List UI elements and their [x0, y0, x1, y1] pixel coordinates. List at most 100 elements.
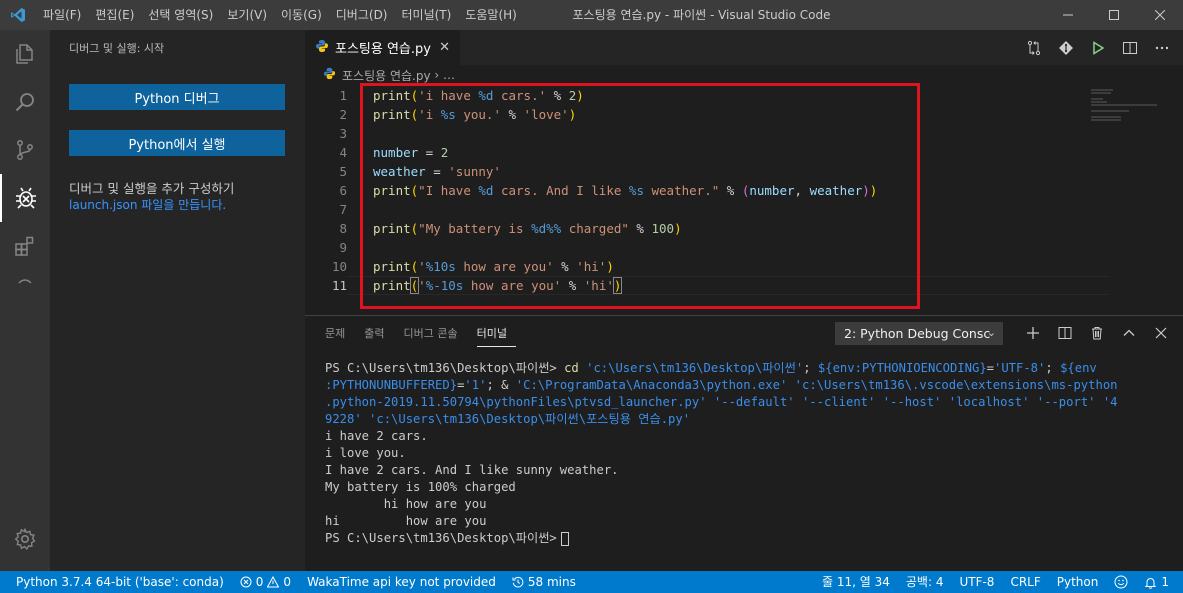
menu-selection[interactable]: 선택 영역(S): [141, 0, 220, 30]
language-mode[interactable]: Python: [1049, 571, 1107, 593]
run-python-button[interactable]: Python에서 실행: [69, 130, 285, 156]
menu-go[interactable]: 이동(G): [274, 0, 329, 30]
terminal-select[interactable]: 2: Python Debug Consc ⌄: [835, 322, 1003, 345]
sep: [875, 395, 882, 409]
warning-count: 0: [283, 575, 292, 589]
smiley-icon: [1114, 575, 1128, 589]
editor-scrollbar[interactable]: [1169, 85, 1183, 315]
close-window-button[interactable]: [1137, 0, 1183, 30]
run-file-button[interactable]: [1089, 39, 1107, 57]
terminal-line: 9228' 'c:\Users\tm136\Desktop\파이썬\포스팅용 연…: [325, 412, 691, 426]
chevron-up-icon: [1123, 329, 1135, 336]
cursor-position[interactable]: 줄 11, 열 34: [814, 571, 898, 593]
search-button[interactable]: [0, 78, 50, 126]
indentation[interactable]: 공백: 4: [898, 571, 952, 593]
tab-debug-console[interactable]: 디버그 콘솔: [404, 316, 467, 351]
python-debug-button[interactable]: Python 디버그: [69, 84, 285, 110]
create-launch-json-link[interactable]: launch.json 파일을 만듭니다.: [69, 196, 226, 213]
code-line-5: weather = 'sunny': [373, 162, 1073, 181]
more-icon: [0, 270, 50, 290]
files-icon: [16, 44, 33, 64]
source-control-icon: [17, 140, 33, 160]
token: %-10s: [425, 278, 464, 293]
minimap-line: [1091, 116, 1121, 118]
menu-view[interactable]: 보기(V): [220, 0, 274, 30]
notification-count: 1: [1161, 575, 1169, 589]
minimap[interactable]: [1091, 85, 1169, 315]
debug-icon: [16, 187, 36, 209]
arg: '--default': [713, 395, 795, 409]
minimize-button[interactable]: [1045, 0, 1091, 30]
manage-button[interactable]: [0, 515, 50, 563]
ellipsis-icon: [1155, 46, 1169, 49]
warning-icon: [267, 576, 280, 588]
token: number: [373, 145, 419, 160]
terminal-output-line: hi how are you: [325, 497, 487, 511]
split-terminal-button[interactable]: [1057, 322, 1073, 344]
python-interpreter[interactable]: Python 3.7.4 64-bit ('base': conda): [0, 571, 232, 593]
panel-actions: [1025, 322, 1169, 344]
play-icon: [1093, 40, 1105, 55]
configure-text: 디버그 및 실행을 추가 구성하기: [69, 181, 235, 196]
debug-button[interactable]: [0, 174, 50, 222]
token: %d: [478, 88, 494, 103]
close-panel-button[interactable]: [1153, 322, 1169, 344]
problems-status[interactable]: 0 0: [232, 571, 299, 593]
code-editor[interactable]: 1 2 3 4 5 6 7 8 9 10 11 print('i have %d…: [305, 85, 1183, 315]
tab-terminal[interactable]: 터미널: [476, 322, 516, 347]
token: =: [418, 145, 441, 160]
menu-bar: 파일(F) 편집(E) 선택 영역(S) 보기(V) 이동(G) 디버그(D) …: [36, 0, 524, 30]
token: 'sunny': [448, 164, 501, 179]
tab-problems[interactable]: 문제: [325, 316, 354, 351]
split-editor-button[interactable]: [1121, 39, 1139, 57]
token: 2: [440, 145, 449, 160]
eq: =: [986, 361, 994, 375]
token: number: [749, 183, 795, 198]
new-terminal-button[interactable]: [1025, 322, 1041, 344]
extensions-button[interactable]: [0, 222, 50, 270]
notifications-button[interactable]: 1: [1136, 571, 1183, 593]
line-number-gutter: 1 2 3 4 5 6 7 8 9 10 11: [305, 86, 347, 295]
split-editor-icon: [1123, 41, 1137, 54]
sep: [795, 395, 802, 409]
editor-actions: [1025, 30, 1171, 65]
menu-edit[interactable]: 편집(E): [88, 0, 141, 30]
source-control-button[interactable]: [0, 126, 50, 174]
open-changes-button[interactable]: [1025, 39, 1043, 57]
feedback-button[interactable]: [1106, 571, 1136, 593]
panel-tabs: 문제 출력 디버그 콘솔 터미널: [325, 316, 526, 351]
tab-output[interactable]: 출력: [364, 316, 393, 351]
more-actions-button[interactable]: [1153, 39, 1171, 57]
wakatime-status[interactable]: WakaTime api key not provided: [299, 571, 504, 593]
open-changes-icon: [1027, 40, 1041, 55]
maximize-panel-button[interactable]: [1121, 322, 1137, 344]
menu-debug[interactable]: 디버그(D): [329, 0, 395, 30]
token: how are you': [455, 259, 554, 274]
menu-file[interactable]: 파일(F): [36, 0, 88, 30]
end-of-line[interactable]: CRLF: [1002, 571, 1048, 593]
tab-posting-practice[interactable]: 포스팅용 연습.py ✕: [305, 30, 460, 65]
time-status[interactable]: 58 mins: [504, 571, 584, 593]
terminal-output[interactable]: PS C:\Users\tm136\Desktop\파이썬> cd 'c:\Us…: [325, 360, 1165, 547]
extensions-icon: [15, 236, 34, 256]
line-number: 3: [339, 126, 347, 141]
split-terminal-icon: [1058, 327, 1072, 339]
encoding[interactable]: UTF-8: [951, 571, 1002, 593]
kill-terminal-button[interactable]: [1089, 322, 1105, 344]
arg: '--host': [882, 395, 942, 409]
env: ${env: [1060, 361, 1097, 375]
maximize-button[interactable]: [1091, 0, 1137, 30]
history-icon: [512, 576, 524, 588]
token: print: [373, 183, 411, 198]
git-action-button[interactable]: [1057, 39, 1075, 57]
token: ): [576, 88, 584, 103]
close-tab-icon[interactable]: ✕: [439, 40, 450, 55]
explorer-button[interactable]: [0, 30, 50, 78]
token: print: [373, 221, 411, 236]
menu-help[interactable]: 도움말(H): [458, 0, 524, 30]
breadcrumb-file[interactable]: 포스팅용 연습.py: [342, 67, 431, 84]
git-icon: [1059, 40, 1073, 55]
menu-terminal[interactable]: 터미널(T): [395, 0, 459, 30]
bell-icon: [1145, 577, 1157, 589]
